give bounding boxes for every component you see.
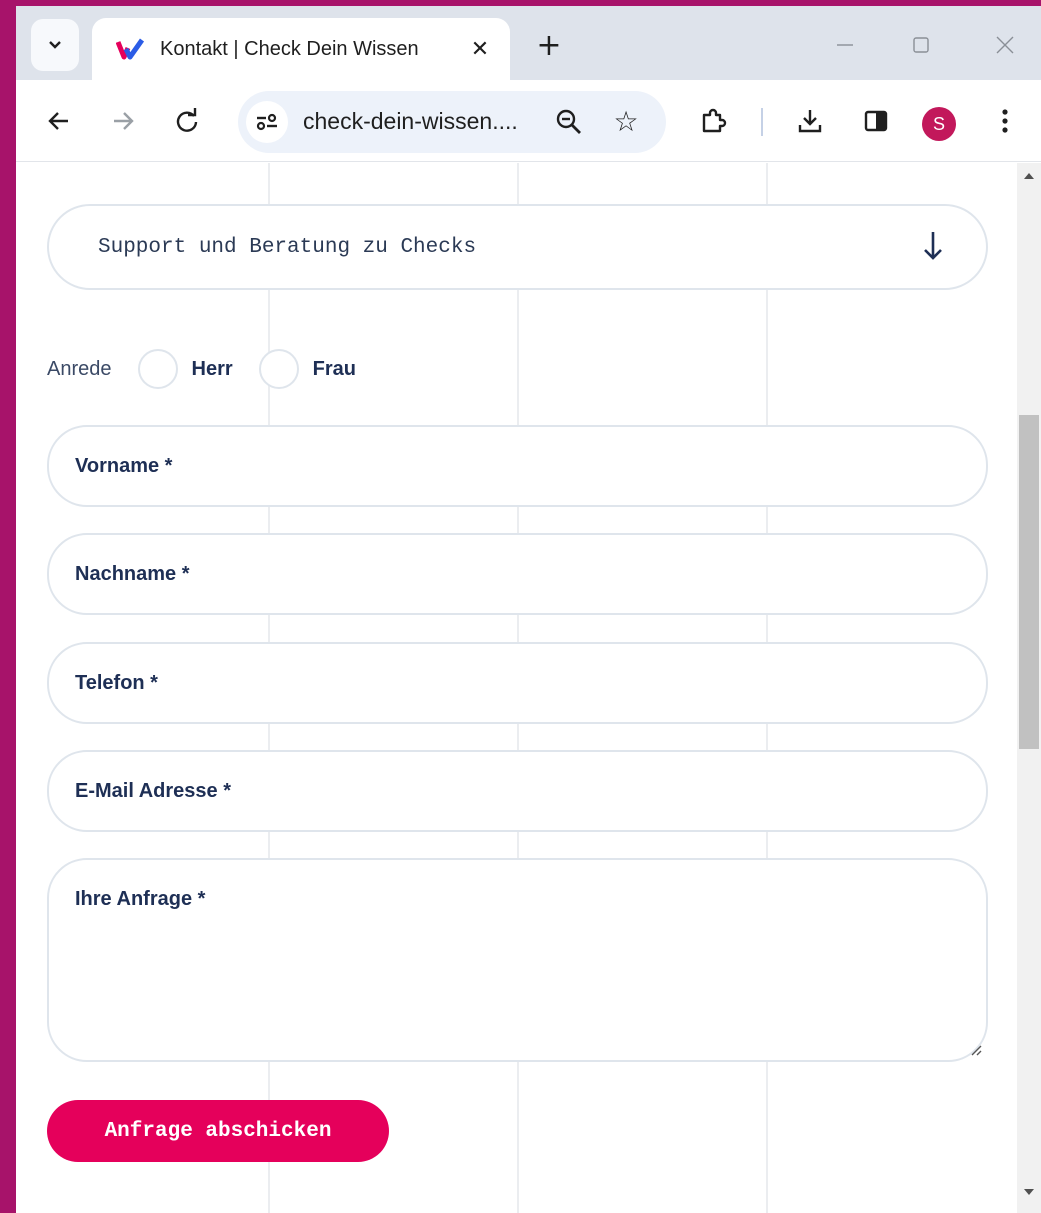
anfrage-label: Ihre Anfrage * <box>75 888 206 910</box>
submit-button[interactable]: Anfrage abschicken <box>47 1100 389 1162</box>
tab-close-icon[interactable]: ✕ <box>466 35 494 63</box>
telefon-field[interactable]: Telefon * <box>47 642 988 724</box>
radio-frau[interactable] <box>258 349 299 389</box>
email-field[interactable]: E-Mail Adresse * <box>47 750 988 832</box>
toolbar-divider <box>761 108 763 136</box>
site-settings-icon[interactable] <box>246 101 288 143</box>
bookmark-star-icon[interactable]: ☆ <box>608 103 644 139</box>
resize-handle-icon[interactable] <box>968 1042 982 1056</box>
back-icon[interactable] <box>40 102 78 140</box>
anrede-group: Anrede Herr Frau <box>47 348 356 390</box>
minimize-icon[interactable] <box>828 28 862 62</box>
scroll-down-icon[interactable] <box>1017 1187 1041 1207</box>
active-tab[interactable]: Kontakt | Check Dein Wissen ✕ <box>92 18 510 80</box>
subject-select-value: Support und Beratung zu Checks <box>98 235 477 259</box>
new-tab-button[interactable]: + <box>532 28 566 63</box>
zoom-icon[interactable] <box>552 105 586 139</box>
arrow-down-icon <box>924 232 942 260</box>
subject-select[interactable]: Support und Beratung zu Checks <box>47 204 988 290</box>
maximize-icon[interactable] <box>904 28 938 62</box>
submit-button-label: Anfrage abschicken <box>104 1119 332 1143</box>
menu-icon[interactable] <box>986 102 1024 140</box>
nachname-label: Nachname * <box>75 562 190 585</box>
tab-search-button[interactable] <box>31 19 79 71</box>
extensions-icon[interactable] <box>694 102 732 140</box>
close-icon[interactable] <box>988 28 1022 62</box>
vorname-label: Vorname * <box>75 454 173 477</box>
email-label: E-Mail Adresse * <box>75 779 231 802</box>
forward-icon[interactable] <box>104 102 142 140</box>
tab-strip: Kontakt | Check Dein Wissen ✕ + <box>16 6 1041 80</box>
nachname-field[interactable]: Nachname * <box>47 533 988 615</box>
browser-toolbar: check-dein-wissen.... ☆ S <box>16 80 1041 162</box>
page-scrollbar[interactable] <box>1017 163 1041 1213</box>
radio-frau-label[interactable]: Frau <box>313 358 356 381</box>
anfrage-textarea[interactable]: Ihre Anfrage * <box>47 858 988 1062</box>
radio-herr-label[interactable]: Herr <box>192 358 233 381</box>
scrollbar-thumb[interactable] <box>1019 415 1039 749</box>
site-logo-icon <box>116 38 145 60</box>
scroll-up-icon[interactable] <box>1017 171 1041 191</box>
page-content: Support und Beratung zu Checks Anrede He… <box>16 163 1017 1213</box>
profile-avatar[interactable]: S <box>922 107 956 141</box>
browser-window: Kontakt | Check Dein Wissen ✕ + check-de… <box>16 6 1041 1213</box>
tab-title: Kontakt | Check Dein Wissen <box>160 37 419 60</box>
reload-icon[interactable] <box>168 102 206 140</box>
radio-herr[interactable] <box>137 349 178 389</box>
anrede-label: Anrede <box>47 357 112 380</box>
vorname-field[interactable]: Vorname * <box>47 425 988 507</box>
download-icon[interactable] <box>791 102 829 140</box>
url-text: check-dein-wissen.... <box>303 108 518 134</box>
address-bar[interactable]: check-dein-wissen.... ☆ <box>238 91 666 153</box>
chevron-down-icon <box>49 41 61 49</box>
side-panel-icon[interactable] <box>857 102 895 140</box>
telefon-label: Telefon * <box>75 671 158 694</box>
